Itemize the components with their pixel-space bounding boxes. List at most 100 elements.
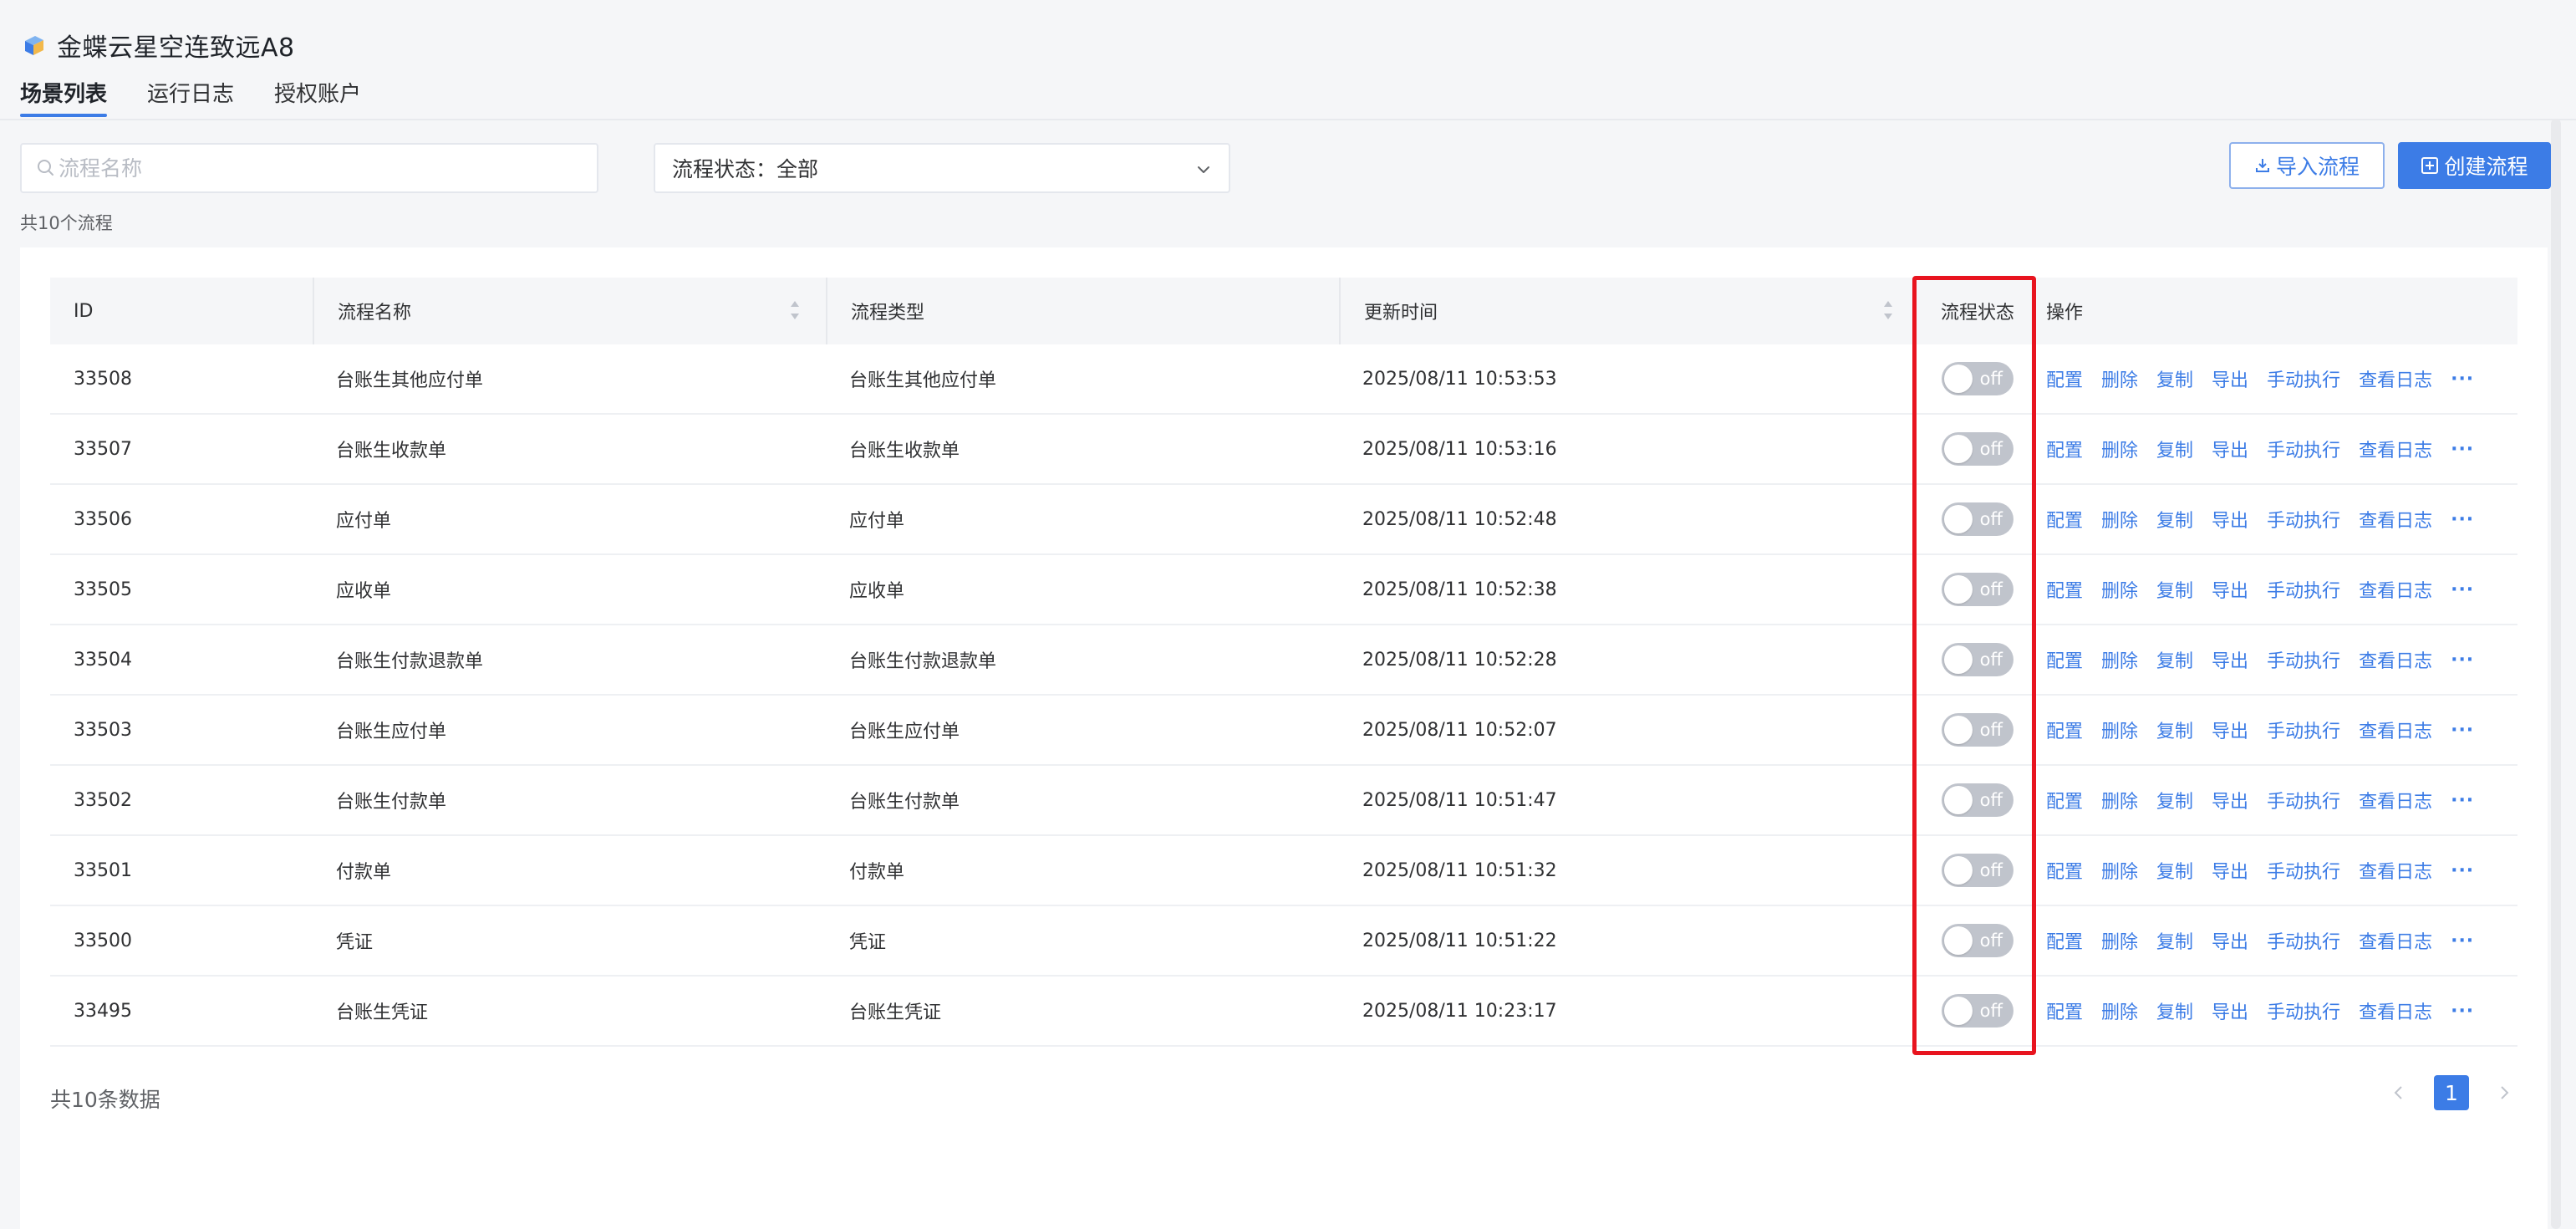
status-toggle[interactable]: off [1942, 643, 2013, 676]
config-link[interactable]: 配置 [2046, 716, 2083, 743]
status-toggle[interactable]: off [1942, 432, 2013, 466]
copy-link[interactable]: 复制 [2156, 436, 2193, 462]
more-link[interactable]: ··· [2451, 650, 2474, 671]
more-link[interactable]: ··· [2451, 579, 2474, 600]
view-log-link[interactable]: 查看日志 [2359, 506, 2432, 533]
more-link[interactable]: ··· [2451, 720, 2474, 741]
copy-link[interactable]: 复制 [2156, 506, 2193, 533]
more-link[interactable]: ··· [2451, 439, 2474, 460]
copy-link[interactable]: 复制 [2156, 927, 2193, 954]
config-link[interactable]: 配置 [2046, 857, 2083, 884]
status-toggle[interactable]: off [1942, 783, 2013, 817]
config-link[interactable]: 配置 [2046, 787, 2083, 813]
config-link[interactable]: 配置 [2046, 927, 2083, 954]
export-link[interactable]: 导出 [2212, 927, 2248, 954]
delete-link[interactable]: 删除 [2101, 927, 2138, 954]
tab-run-log[interactable]: 运行日志 [147, 79, 234, 119]
cell-time: 2025/08/11 10:52:48 [1362, 508, 1557, 530]
copy-link[interactable]: 复制 [2156, 646, 2193, 673]
delete-link[interactable]: 删除 [2101, 646, 2138, 673]
manual-run-link[interactable]: 手动执行 [2267, 436, 2340, 462]
view-log-link[interactable]: 查看日志 [2359, 997, 2432, 1024]
config-link[interactable]: 配置 [2046, 365, 2083, 392]
status-toggle[interactable]: off [1942, 854, 2013, 887]
delete-link[interactable]: 删除 [2101, 997, 2138, 1024]
delete-link[interactable]: 删除 [2101, 716, 2138, 743]
view-log-link[interactable]: 查看日志 [2359, 646, 2432, 673]
export-link[interactable]: 导出 [2212, 646, 2248, 673]
config-link[interactable]: 配置 [2046, 997, 2083, 1024]
manual-run-link[interactable]: 手动执行 [2267, 787, 2340, 813]
sort-icon[interactable] [789, 298, 801, 323]
config-link[interactable]: 配置 [2046, 576, 2083, 603]
export-link[interactable]: 导出 [2212, 857, 2248, 884]
config-link[interactable]: 配置 [2046, 506, 2083, 533]
view-log-link[interactable]: 查看日志 [2359, 787, 2432, 813]
export-link[interactable]: 导出 [2212, 506, 2248, 533]
export-link[interactable]: 导出 [2212, 787, 2248, 813]
more-link[interactable]: ··· [2451, 369, 2474, 390]
delete-link[interactable]: 删除 [2101, 576, 2138, 603]
view-log-link[interactable]: 查看日志 [2359, 716, 2432, 743]
more-link[interactable]: ··· [2451, 790, 2474, 811]
cell-status: off [1919, 415, 2036, 483]
manual-run-link[interactable]: 手动执行 [2267, 576, 2340, 603]
manual-run-link[interactable]: 手动执行 [2267, 997, 2340, 1024]
copy-link[interactable]: 复制 [2156, 787, 2193, 813]
status-toggle[interactable]: off [1942, 713, 2013, 747]
copy-link[interactable]: 复制 [2156, 857, 2193, 884]
copy-link[interactable]: 复制 [2156, 365, 2193, 392]
status-filter-select[interactable]: 流程状态：全部 [654, 143, 1230, 193]
view-log-link[interactable]: 查看日志 [2359, 857, 2432, 884]
config-link[interactable]: 配置 [2046, 436, 2083, 462]
manual-run-link[interactable]: 手动执行 [2267, 716, 2340, 743]
next-page-button[interactable] [2492, 1076, 2516, 1109]
delete-link[interactable]: 删除 [2101, 436, 2138, 462]
header-time[interactable]: 更新时间 [1339, 278, 1919, 344]
create-flow-button[interactable]: 创建流程 [2398, 142, 2551, 189]
tab-auth-account[interactable]: 授权账户 [274, 79, 361, 119]
export-link[interactable]: 导出 [2212, 716, 2248, 743]
view-log-link[interactable]: 查看日志 [2359, 436, 2432, 462]
copy-link[interactable]: 复制 [2156, 716, 2193, 743]
manual-run-link[interactable]: 手动执行 [2267, 927, 2340, 954]
status-toggle[interactable]: off [1942, 924, 2013, 957]
view-log-link[interactable]: 查看日志 [2359, 576, 2432, 603]
tab-scene-list[interactable]: 场景列表 [20, 79, 108, 119]
status-toggle[interactable]: off [1942, 502, 2013, 536]
more-link[interactable]: ··· [2451, 509, 2474, 530]
more-link[interactable]: ··· [2451, 1001, 2474, 1022]
prev-page-button[interactable] [2387, 1076, 2411, 1109]
page-scrollbar[interactable] [2551, 119, 2561, 1229]
sort-icon[interactable] [1882, 298, 1894, 323]
export-link[interactable]: 导出 [2212, 436, 2248, 462]
delete-link[interactable]: 删除 [2101, 365, 2138, 392]
page-number[interactable]: 1 [2434, 1075, 2469, 1110]
search-input[interactable] [59, 156, 577, 181]
manual-run-link[interactable]: 手动执行 [2267, 365, 2340, 392]
export-link[interactable]: 导出 [2212, 576, 2248, 603]
view-log-link[interactable]: 查看日志 [2359, 927, 2432, 954]
manual-run-link[interactable]: 手动执行 [2267, 857, 2340, 884]
delete-link[interactable]: 删除 [2101, 506, 2138, 533]
config-link[interactable]: 配置 [2046, 646, 2083, 673]
status-toggle[interactable]: off [1942, 362, 2013, 395]
copy-link[interactable]: 复制 [2156, 576, 2193, 603]
export-link[interactable]: 导出 [2212, 365, 2248, 392]
status-toggle[interactable]: off [1942, 573, 2013, 606]
status-toggle[interactable]: off [1942, 994, 2013, 1028]
copy-link[interactable]: 复制 [2156, 997, 2193, 1024]
more-link[interactable]: ··· [2451, 931, 2474, 951]
import-flow-button[interactable]: 导入流程 [2229, 142, 2385, 189]
export-link[interactable]: 导出 [2212, 997, 2248, 1024]
cell-ops: 配置 删除 复制 导出 手动执行 查看日志 ··· [2036, 625, 2517, 694]
delete-link[interactable]: 删除 [2101, 857, 2138, 884]
manual-run-link[interactable]: 手动执行 [2267, 646, 2340, 673]
delete-link[interactable]: 删除 [2101, 787, 2138, 813]
toggle-text: off [1979, 1001, 2003, 1021]
manual-run-link[interactable]: 手动执行 [2267, 506, 2340, 533]
more-link[interactable]: ··· [2451, 860, 2474, 881]
view-log-link[interactable]: 查看日志 [2359, 365, 2432, 392]
header-name[interactable]: 流程名称 [313, 278, 826, 344]
search-box[interactable] [20, 143, 598, 193]
